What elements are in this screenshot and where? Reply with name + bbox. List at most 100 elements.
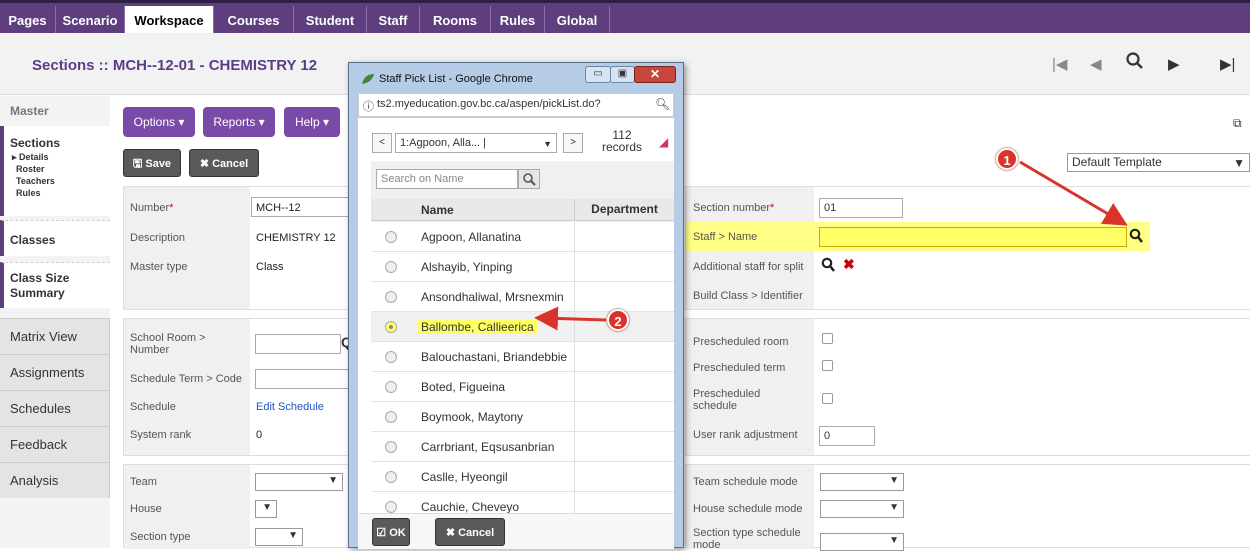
tab-rules[interactable]: Rules	[491, 6, 545, 36]
ok-button[interactable]: ☑ OK	[372, 518, 410, 546]
row-radio[interactable]	[385, 471, 397, 483]
row-radio[interactable]	[385, 441, 397, 453]
tab-rooms[interactable]: Rooms	[420, 6, 491, 36]
sidebar-tab-feedback[interactable]: Feedback	[0, 426, 110, 462]
staff-search-icon[interactable]	[1129, 228, 1143, 247]
sidebar-tab-schedules[interactable]: Schedules	[0, 390, 110, 426]
checkbox-icon: ☑	[376, 527, 387, 539]
house-select[interactable]: ▼	[255, 500, 277, 518]
staff-name-input[interactable]	[819, 227, 1127, 247]
prev-button[interactable]: <	[372, 133, 392, 153]
expand-icon[interactable]: ⧉	[1233, 116, 1242, 131]
table-row[interactable]: Boted, Figueina	[371, 372, 674, 402]
school-room-input[interactable]	[255, 334, 341, 354]
cancel-button[interactable]: ✖ Cancel	[189, 149, 259, 177]
sidebar-section-classes[interactable]: Classes	[0, 220, 110, 256]
house-mode-select[interactable]: ▼	[820, 500, 904, 518]
ok-label: OK	[389, 527, 406, 539]
annotation-marker-2: 2	[607, 309, 629, 331]
row-radio[interactable]	[385, 351, 397, 363]
template-label: Default Template	[1072, 155, 1162, 169]
user-rank-input[interactable]: 0	[819, 426, 875, 446]
team-select[interactable]: ▼	[255, 473, 343, 491]
schedule-term-input[interactable]	[255, 369, 351, 389]
table-row[interactable]: Boymook, Maytony	[371, 402, 674, 432]
row-radio[interactable]	[385, 261, 397, 273]
url-bar[interactable]: ⓘ ts2.myeducation.gov.bc.ca/aspen/pickLi…	[358, 93, 674, 117]
sidebar-tab-assignments[interactable]: Assignments	[0, 354, 110, 390]
help-button[interactable]: Help ▾	[284, 107, 340, 137]
sidebar-subitem-rules[interactable]: Rules	[16, 188, 41, 198]
tab-courses[interactable]: Courses	[214, 6, 294, 36]
prescheduled-room-checkbox[interactable]	[822, 333, 833, 344]
table-row[interactable]: Ansondhaliwal, Mrsnexmin	[371, 282, 674, 312]
prescheduled-term-checkbox[interactable]	[822, 360, 833, 371]
sidebar-subitem-roster[interactable]: Roster	[16, 164, 45, 174]
minimize-button[interactable]: ▭	[585, 66, 611, 83]
eraser-icon[interactable]: ◢	[659, 135, 668, 149]
delete-icon[interactable]: ✖	[843, 256, 855, 273]
section-number-label: Section number*	[693, 202, 775, 214]
row-radio[interactable]	[385, 381, 397, 393]
sidebar-item-sections[interactable]: Sections	[10, 136, 60, 150]
reports-button[interactable]: Reports ▾	[203, 107, 275, 137]
zoom-icon: 🔍︎	[655, 97, 671, 111]
tab-global[interactable]: Global	[545, 6, 610, 36]
row-radio[interactable]	[385, 411, 397, 423]
row-radio[interactable]	[385, 291, 397, 303]
team-mode-label: Team schedule mode	[693, 476, 798, 488]
row-name: Balouchastani, Briandebbie	[421, 350, 568, 364]
close-window-button[interactable]: ✕	[634, 66, 676, 83]
tab-scenario[interactable]: Scenario	[56, 6, 125, 36]
row-radio[interactable]	[385, 321, 397, 333]
additional-staff-search-icon[interactable]	[821, 257, 835, 276]
table-row[interactable]: Caslle, Hyeongil	[371, 462, 674, 492]
row-name: Ballombe, Callieerica	[418, 320, 537, 334]
table-row[interactable]: Agpoon, Allanatina	[371, 222, 674, 252]
tab-staff[interactable]: Staff	[367, 6, 420, 36]
first-record-icon[interactable]: |◀	[1052, 55, 1067, 73]
save-button[interactable]: 🖫 Save	[123, 149, 181, 177]
tab-pages[interactable]: Pages	[0, 6, 56, 36]
row-department	[574, 462, 674, 491]
sidebar-master[interactable]: Master	[10, 104, 49, 118]
cancel-popup-button[interactable]: ✖ Cancel	[435, 518, 505, 546]
sidebar-item-classes[interactable]: Classes	[10, 233, 55, 247]
team-mode-select[interactable]: ▼	[820, 473, 904, 491]
row-name: Ansondhaliwal, Mrsnexmin	[421, 290, 564, 304]
section-type-mode-select[interactable]: ▼	[820, 533, 904, 551]
edit-schedule-link[interactable]: Edit Schedule	[256, 401, 324, 413]
row-radio[interactable]	[385, 501, 397, 513]
template-select[interactable]: Default Template ▼	[1067, 153, 1250, 172]
last-record-icon[interactable]: ▶|	[1220, 55, 1235, 73]
prescheduled-schedule-checkbox[interactable]	[822, 393, 833, 404]
search-icon[interactable]	[1126, 52, 1144, 75]
options-button[interactable]: Options ▾	[123, 107, 195, 137]
sidebar-tab-analysis[interactable]: Analysis	[0, 462, 110, 498]
column-department[interactable]: Department	[574, 199, 674, 220]
sidebar-tab-matrix-view[interactable]: Matrix View	[0, 318, 110, 354]
sidebar-subitem-teachers[interactable]: Teachers	[16, 176, 55, 186]
row-radio[interactable]	[385, 231, 397, 243]
number-input[interactable]	[251, 197, 351, 217]
tab-workspace[interactable]: Workspace	[125, 6, 214, 36]
staff-pick-list-window: Staff Pick List - Google Chrome ▭ ▣ ✕ ⓘ …	[348, 62, 684, 549]
table-row[interactable]: Alshayib, Yinping	[371, 252, 674, 282]
table-row[interactable]: Carrbriant, Eqsusanbrian	[371, 432, 674, 462]
next-record-icon[interactable]: ▶	[1168, 55, 1180, 73]
previous-record-icon[interactable]: ◀	[1090, 55, 1102, 73]
table-row[interactable]: Balouchastani, Briandebbie	[371, 342, 674, 372]
search-button[interactable]	[518, 169, 540, 189]
maximize-button[interactable]: ▣	[610, 66, 635, 83]
sidebar-section-class-size[interactable]: Class Size Summary	[0, 262, 110, 308]
search-name-input[interactable]: Search on Name	[376, 169, 518, 189]
column-name[interactable]: Name	[421, 203, 454, 217]
sidebar-subitem-details[interactable]: ▸ Details	[12, 152, 49, 163]
section-number-input[interactable]: 01	[819, 198, 903, 218]
section-type-select[interactable]: ▼	[255, 528, 303, 546]
next-button[interactable]: >	[563, 133, 583, 153]
tab-student[interactable]: Student	[294, 6, 367, 36]
staff-name-label: Staff > Name	[693, 231, 758, 243]
sidebar-item-class-size-summary[interactable]: Class Size Summary	[10, 271, 100, 301]
record-selector[interactable]: 1:Agpoon, Alla... | ▼	[395, 133, 557, 153]
